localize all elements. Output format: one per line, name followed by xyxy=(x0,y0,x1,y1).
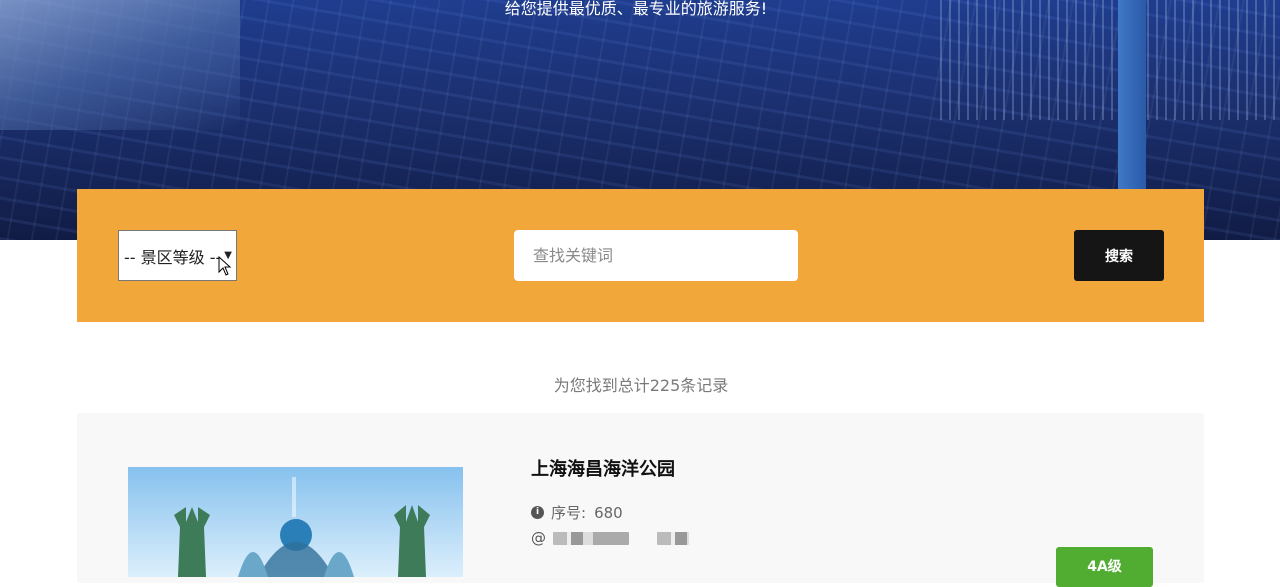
result-count: 为您找到总计225条记录 xyxy=(553,376,729,395)
listing-card[interactable]: 上海海昌海洋公园 i 序号: 680 @ 4A级 xyxy=(77,413,1204,587)
listing-serial-value: 680 xyxy=(594,503,623,522)
hero-pillar xyxy=(1118,0,1146,190)
hero-tagline: 给您提供最优质、最专业的旅游服务! xyxy=(504,0,768,18)
keyword-input[interactable] xyxy=(514,230,798,281)
listing-title[interactable]: 上海海昌海洋公园 xyxy=(531,455,675,481)
listing-thumbnail[interactable] xyxy=(128,467,463,577)
search-bar: -- 景区等级 -- ▼ 搜索 xyxy=(77,189,1204,322)
listing-serial-label: 序号: xyxy=(551,504,587,522)
level-select-label: -- 景区等级 -- xyxy=(124,247,222,267)
level-badge: 4A级 xyxy=(1056,547,1153,587)
listing-thumbnail-image xyxy=(128,467,463,577)
at-icon: @ xyxy=(531,529,546,547)
mouse-pointer-icon xyxy=(218,256,232,276)
search-button[interactable]: 搜索 xyxy=(1074,230,1164,281)
listing-serial-row: i 序号: 680 xyxy=(531,502,623,523)
redacted-text xyxy=(657,531,689,545)
info-circle-icon: i xyxy=(531,506,544,519)
listing-contact-row: @ xyxy=(531,529,689,547)
redacted-text xyxy=(553,531,629,545)
